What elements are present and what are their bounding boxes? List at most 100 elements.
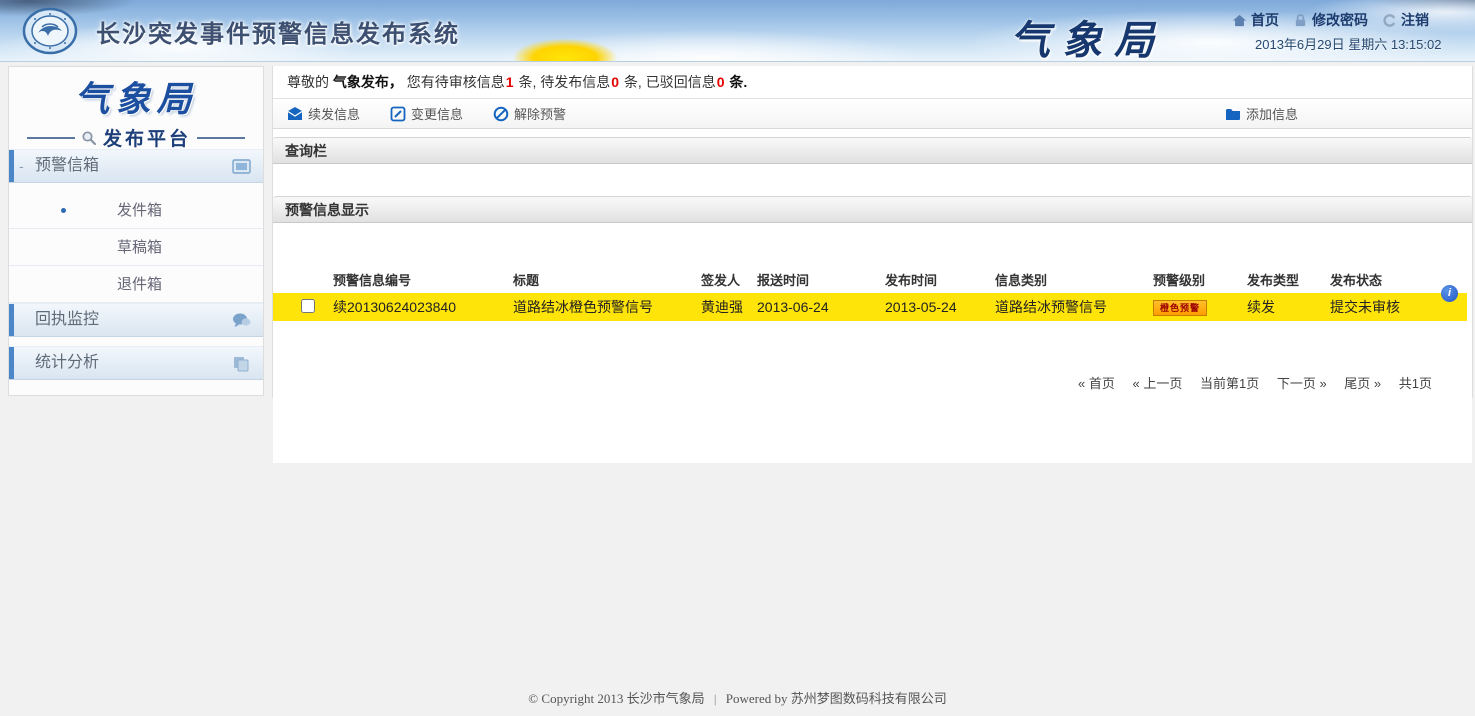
bullet-dot-icon (61, 208, 66, 213)
sidebar-item-returned-label: 退件箱 (117, 276, 162, 293)
chat-icon (232, 312, 251, 329)
sidebar: 气象局 发布平台 - 预警信箱 发件箱 (8, 66, 264, 396)
cell-publish-type: 续发 (1247, 297, 1330, 317)
sidebar-item-drafts-label: 草稿箱 (117, 239, 162, 256)
org-name-wordmark: 气象局 (1010, 8, 1166, 66)
greeting-bar: 尊敬的 气象发布， 您有待审核信息1 条, 待发布信息0 条, 已驳回信息0 条… (273, 66, 1472, 98)
mailbox-icon (232, 158, 251, 175)
query-section-header[interactable]: 查询栏 (273, 137, 1472, 164)
pagination-next[interactable]: 下一页 » (1277, 376, 1327, 391)
warning-table: i 预警信息编号 标题 签发人 报送时间 发布时间 信息类别 预警级别 发布类型… (273, 265, 1472, 463)
brand-rule-right (197, 137, 245, 139)
edit-icon (390, 106, 406, 122)
pagination-last[interactable]: 尾页 » (1344, 376, 1381, 391)
query-section-title: 查询栏 (285, 143, 327, 159)
cell-warning-id[interactable]: 续20130624023840 (333, 297, 513, 317)
header-datetime: 2013年6月29日 星期六 13:15:02 (1255, 34, 1441, 53)
col-category: 信息类别 (995, 270, 1153, 289)
cell-signer: 黄迪强 (701, 297, 757, 317)
change-password-label: 修改密码 (1312, 10, 1368, 30)
change-info-button[interactable]: 变更信息 (390, 104, 463, 123)
checkbox-cell (301, 299, 333, 316)
greeting-prefix: 尊敬的 (287, 74, 329, 90)
logout-icon (1382, 13, 1397, 28)
cell-level: 橙色预警 (1153, 298, 1247, 316)
action-toolbar: 续发信息 变更信息 解除预警 添加信息 (273, 98, 1472, 129)
col-publish-time: 发布时间 (885, 270, 995, 289)
sidebar-item-statistics[interactable]: 统计分析 (9, 346, 263, 380)
col-status: 发布状态 (1330, 270, 1460, 289)
sidebar-item-outbox-label: 发件箱 (117, 202, 162, 219)
info-icon[interactable]: i (1441, 285, 1458, 302)
pagination-current: 当前第1页 (1200, 376, 1259, 391)
footer-powered-by: Powered by 苏州梦图数码科技有限公司 (726, 691, 947, 706)
main-content: 尊敬的 气象发布， 您有待审核信息1 条, 待发布信息0 条, 已驳回信息0 条… (272, 66, 1473, 398)
col-publish-type: 发布类型 (1247, 270, 1330, 289)
bureau-emblem-logo (22, 7, 78, 55)
header-nav: 首页 修改密码 注销 (1232, 10, 1429, 30)
pagination-total: 共1页 (1399, 376, 1432, 391)
logout-link[interactable]: 注销 (1382, 10, 1429, 30)
change-password-link[interactable]: 修改密码 (1293, 10, 1368, 30)
table-row[interactable]: 续20130624023840 道路结冰橙色预警信号 黄迪强 2013-06-2… (273, 293, 1467, 321)
footer: © Copyright 2013 长沙市气象局 | Powered by 苏州梦… (0, 688, 1475, 707)
search-icon (81, 130, 97, 146)
resend-info-button[interactable]: 续发信息 (287, 104, 360, 123)
sidebar-brand: 气象局 发布平台 (9, 67, 263, 149)
pending-publish-count: 0 (610, 74, 620, 90)
home-icon (1232, 13, 1247, 28)
collapse-indicator: - (19, 150, 24, 182)
query-section-body (273, 164, 1472, 188)
home-link-label: 首页 (1251, 10, 1279, 30)
system-title: 长沙突发事件预警信息发布系统 (96, 14, 460, 49)
sidebar-item-returned[interactable]: 退件箱 (9, 266, 263, 303)
add-info-button[interactable]: 添加信息 (1225, 104, 1298, 123)
footer-copyright: © Copyright 2013 长沙市气象局 (528, 691, 704, 706)
add-info-label: 添加信息 (1246, 104, 1298, 123)
cancel-warning-label: 解除预警 (514, 104, 566, 123)
col-level: 预警级别 (1153, 270, 1247, 289)
home-link[interactable]: 首页 (1232, 10, 1279, 30)
submenu-spacer (9, 337, 263, 346)
copy-icon (232, 355, 251, 372)
sidebar-brand-title: 气象局 (9, 67, 263, 122)
brand-rule-left (27, 137, 75, 139)
sidebar-item-receipt-monitor-label: 回执监控 (35, 311, 99, 328)
ban-icon (493, 106, 509, 122)
folder-icon (1225, 106, 1241, 122)
table-header-row: 预警信息编号 标题 签发人 报送时间 发布时间 信息类别 预警级别 发布类型 发… (273, 265, 1472, 293)
row-checkbox[interactable] (301, 299, 315, 313)
sidebar-item-warning-inbox-label: 预警信箱 (35, 157, 99, 174)
sidebar-item-outbox[interactable]: 发件箱 (9, 192, 263, 229)
pagination: « 首页 « 上一页 当前第1页 下一页 » 尾页 » 共1页 (1064, 373, 1432, 392)
change-info-label: 变更信息 (411, 104, 463, 123)
sidebar-item-receipt-monitor[interactable]: 回执监控 (9, 303, 263, 337)
col-signer: 签发人 (701, 270, 757, 289)
greeting-username: 气象发布， (333, 74, 403, 90)
warning-display-section-header[interactable]: 预警信息显示 (273, 196, 1472, 223)
submenu-spacer (9, 183, 263, 192)
sidebar-brand-subtitle-row: 发布平台 (9, 124, 263, 151)
greeting-text-1: 您有待审核信息 (407, 74, 505, 90)
cancel-warning-button[interactable]: 解除预警 (493, 104, 566, 123)
cell-status: 提交未审核 (1330, 297, 1460, 317)
app-root: 长沙突发事件预警信息发布系统 气象局 首页 修改密码 注销 (0, 0, 1475, 716)
logout-label: 注销 (1401, 10, 1429, 30)
sidebar-item-warning-inbox[interactable]: - 预警信箱 (9, 149, 263, 183)
level-badge[interactable]: 橙色预警 (1153, 300, 1207, 316)
greeting-text-4: 条. (729, 74, 747, 90)
pagination-prev[interactable]: « 上一页 (1133, 376, 1183, 391)
cell-report-time: 2013-06-24 (757, 299, 885, 315)
pagination-first[interactable]: « 首页 (1078, 376, 1115, 391)
top-header: 长沙突发事件预警信息发布系统 气象局 首页 修改密码 注销 (0, 0, 1475, 62)
greeting-text-2: 条, 待发布信息 (518, 74, 610, 90)
cell-title[interactable]: 道路结冰橙色预警信号 (513, 297, 701, 317)
warning-display-title: 预警信息显示 (285, 202, 369, 218)
col-report-time: 报送时间 (757, 270, 885, 289)
sidebar-brand-subtitle: 发布平台 (103, 124, 191, 151)
col-title: 标题 (513, 270, 701, 289)
resend-info-label: 续发信息 (308, 104, 360, 123)
greeting-text-3: 条, 已驳回信息 (624, 74, 716, 90)
sidebar-item-drafts[interactable]: 草稿箱 (9, 229, 263, 266)
lock-icon (1293, 13, 1308, 28)
